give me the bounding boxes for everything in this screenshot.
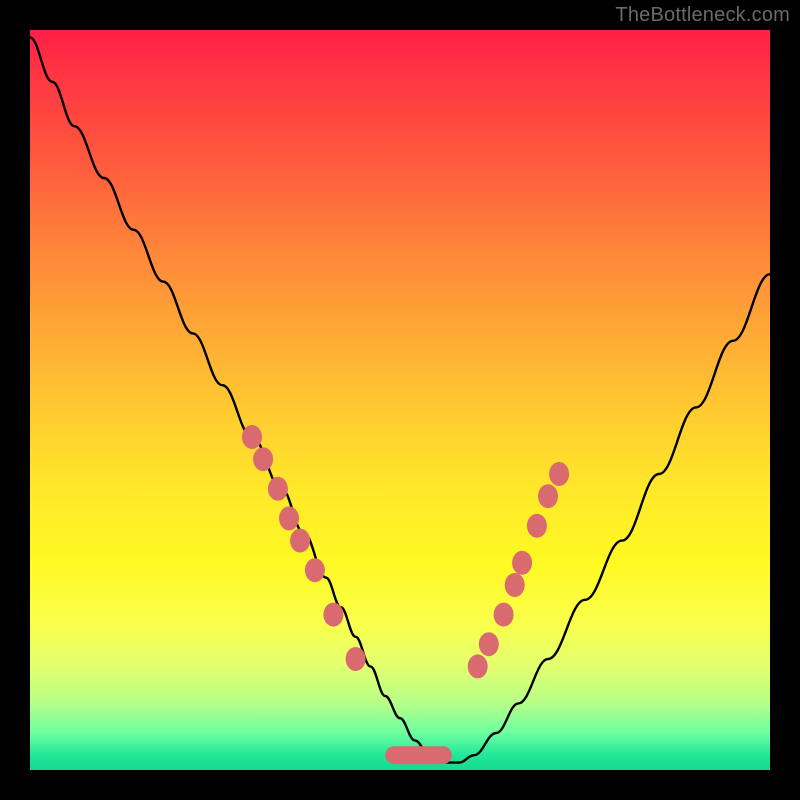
curve-marker [290,529,310,553]
chart-svg [30,30,770,770]
outer-frame: TheBottleneck.com [0,0,800,800]
bottleneck-curve [30,37,770,762]
curve-marker [305,558,325,582]
curve-marker [494,603,514,627]
curve-marker [468,654,488,678]
curve-marker [538,484,558,508]
curve-marker [346,647,366,671]
curve-marker [279,506,299,530]
curve-marker [512,551,532,575]
plot-area [30,30,770,770]
curve-marker [323,603,343,627]
curve-marker [479,632,499,656]
flat-segment [385,746,452,764]
curve-marker [549,462,569,486]
curve-marker [268,477,288,501]
curve-marker [505,573,525,597]
curve-marker [527,514,547,538]
curve-markers [242,425,569,678]
curve-marker [253,447,273,471]
watermark-text: TheBottleneck.com [615,4,790,27]
curve-marker [242,425,262,449]
